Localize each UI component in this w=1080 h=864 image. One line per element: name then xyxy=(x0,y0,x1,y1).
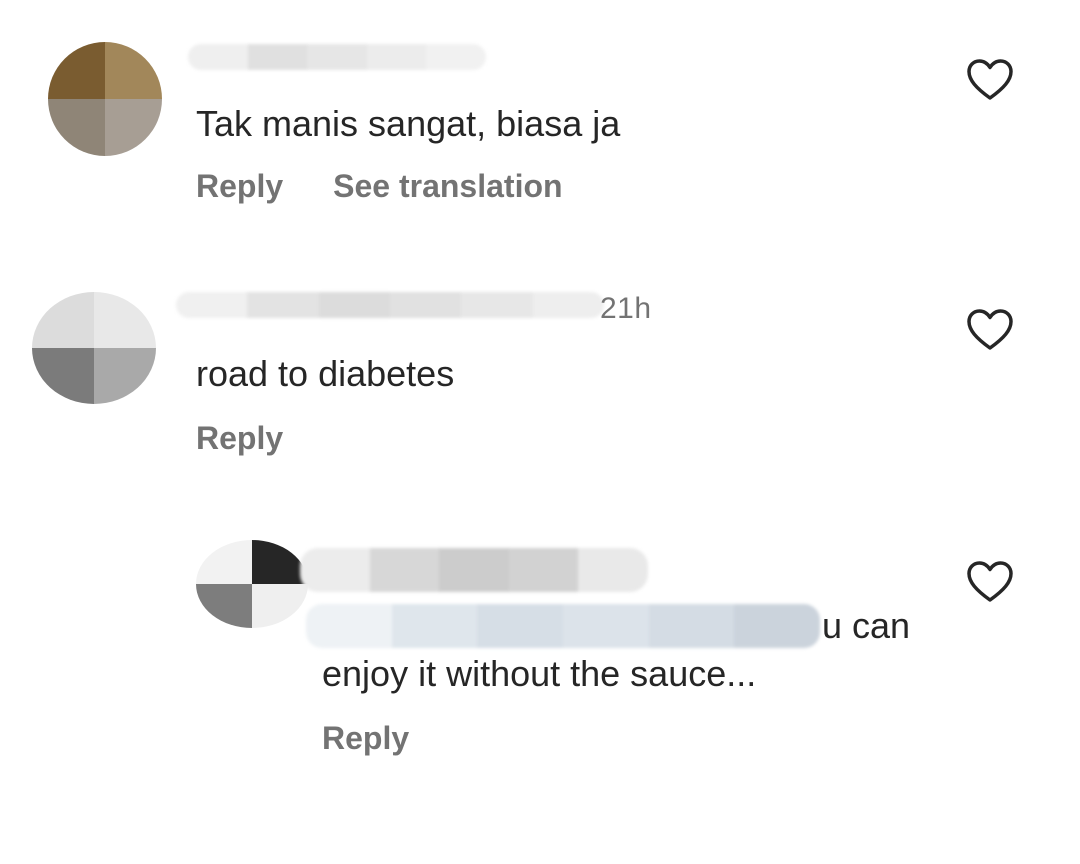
username-redacted[interactable] xyxy=(188,44,486,70)
heart-outline-icon[interactable] xyxy=(966,308,1014,352)
avatar[interactable] xyxy=(196,540,308,628)
reply-button[interactable]: Reply xyxy=(196,420,283,457)
comment-actions: Reply xyxy=(322,720,409,757)
comment-actions: Reply xyxy=(196,420,283,457)
comment-text: Tak manis sangat, biasa ja xyxy=(196,103,621,144)
comment-timestamp: 21h xyxy=(600,292,652,325)
heart-outline-icon[interactable] xyxy=(966,58,1014,102)
comment-actions: Reply See translation xyxy=(196,168,563,205)
comment-1: Tak manis sangat, biasa ja Reply See tra… xyxy=(0,0,1080,240)
reply-button[interactable]: Reply xyxy=(196,168,283,205)
see-translation-button[interactable]: See translation xyxy=(333,168,562,205)
username-redacted[interactable] xyxy=(176,292,604,318)
avatar[interactable] xyxy=(32,292,156,404)
comment-2: 21h road to diabetes Reply xyxy=(0,240,1080,500)
comment-text-line1-suffix: u can xyxy=(822,605,911,646)
reply-button[interactable]: Reply xyxy=(322,720,409,757)
heart-outline-icon[interactable] xyxy=(966,560,1014,604)
username-redacted[interactable] xyxy=(300,548,648,592)
mention-redacted[interactable] xyxy=(306,604,820,648)
avatar[interactable] xyxy=(48,42,162,156)
comment-3-reply: u can enjoy it without the sauce... Repl… xyxy=(0,500,1080,800)
comment-text-line2: enjoy it without the sauce... xyxy=(322,653,757,694)
comment-text: road to diabetes xyxy=(196,353,455,394)
